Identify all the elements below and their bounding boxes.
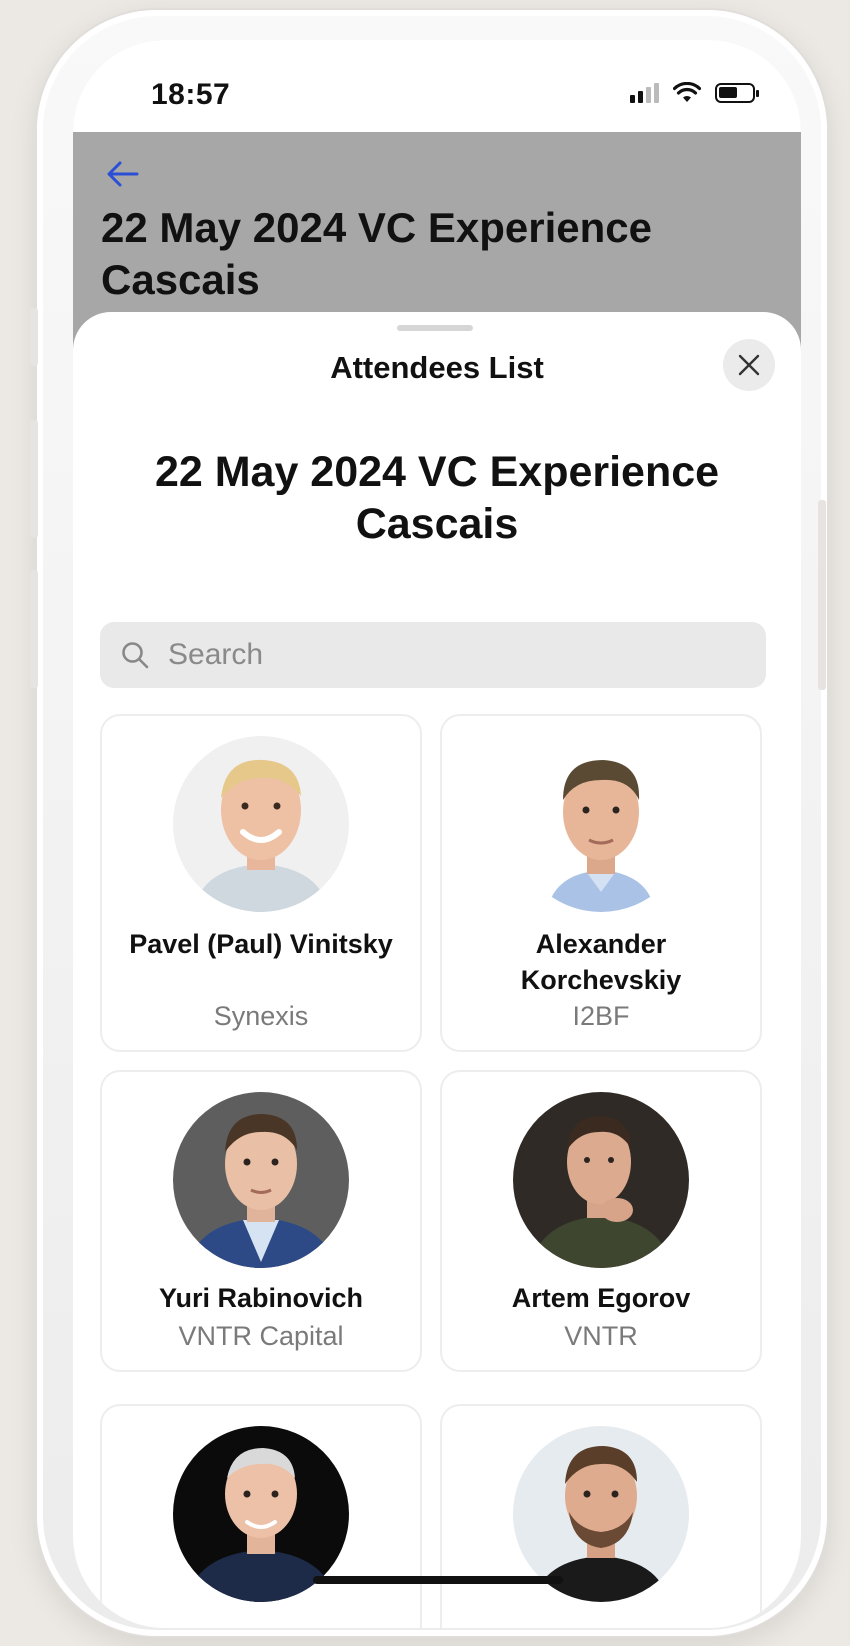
- attendee-card[interactable]: Artem Egorov VNTR: [440, 1070, 762, 1372]
- attendee-card[interactable]: Pavel (Paul) Vinitsky Synexis: [100, 714, 422, 1052]
- attendee-card[interactable]: Alexander Korchevskiy I2BF: [440, 714, 762, 1052]
- event-title-line: 22 May 2024 VC Experience: [154, 448, 720, 496]
- attendee-company: VNTR Capital: [178, 1321, 344, 1351]
- attendee-name: Pavel (Paul) Vinitsky: [129, 929, 393, 959]
- cellular-signal-icon: [630, 83, 659, 103]
- status-time: 18:57: [151, 78, 231, 111]
- back-arrow-icon[interactable]: [103, 154, 143, 194]
- attendees-sheet: Attendees List 22 May 2024 VC Experience…: [73, 312, 801, 1628]
- search-icon: [122, 642, 149, 669]
- sheet-title: Attendees List: [330, 350, 544, 385]
- battery-icon: [715, 83, 759, 103]
- close-button[interactable]: [723, 339, 775, 391]
- event-title-line: Cascais: [355, 500, 519, 548]
- side-button: [818, 500, 826, 690]
- phone-screen: 18:57 22 May 2024 VC Experience Cascais …: [73, 40, 801, 1628]
- side-button: [30, 570, 38, 688]
- attendee-card[interactable]: Yuri Rabinovich VNTR Capital: [100, 1070, 422, 1372]
- sheet-grabber[interactable]: [397, 325, 473, 331]
- attendee-company: I2BF: [572, 1001, 630, 1031]
- status-icons: [630, 82, 759, 104]
- side-button: [30, 308, 38, 366]
- attendee-company: VNTR: [564, 1321, 638, 1351]
- attendee-avatar: [513, 736, 689, 912]
- home-indicator[interactable]: [313, 1576, 563, 1584]
- attendee-name: Artem Egorov: [511, 1283, 691, 1313]
- attendee-name: Yuri Rabinovich: [158, 1283, 364, 1313]
- event-title: 22 May 2024 VC Experience Cascais: [103, 446, 771, 550]
- side-button: [30, 420, 38, 538]
- attendee-avatar: [173, 1092, 349, 1268]
- attendee-name: Alexander Korchevskiy: [520, 929, 682, 995]
- attendee-card[interactable]: [100, 1404, 422, 1628]
- attendee-company: Synexis: [213, 1001, 309, 1031]
- search-input[interactable]: [166, 637, 730, 673]
- search-bar[interactable]: [100, 622, 766, 688]
- attendee-card[interactable]: [440, 1404, 762, 1628]
- wifi-icon: [673, 82, 701, 102]
- event-header-title: 22 May 2024 VC Experience Cascais: [101, 204, 653, 303]
- status-bar: 18:57: [73, 40, 801, 132]
- attendee-avatar: [513, 1092, 689, 1268]
- close-icon: [738, 354, 760, 376]
- attendee-avatar: [173, 736, 349, 912]
